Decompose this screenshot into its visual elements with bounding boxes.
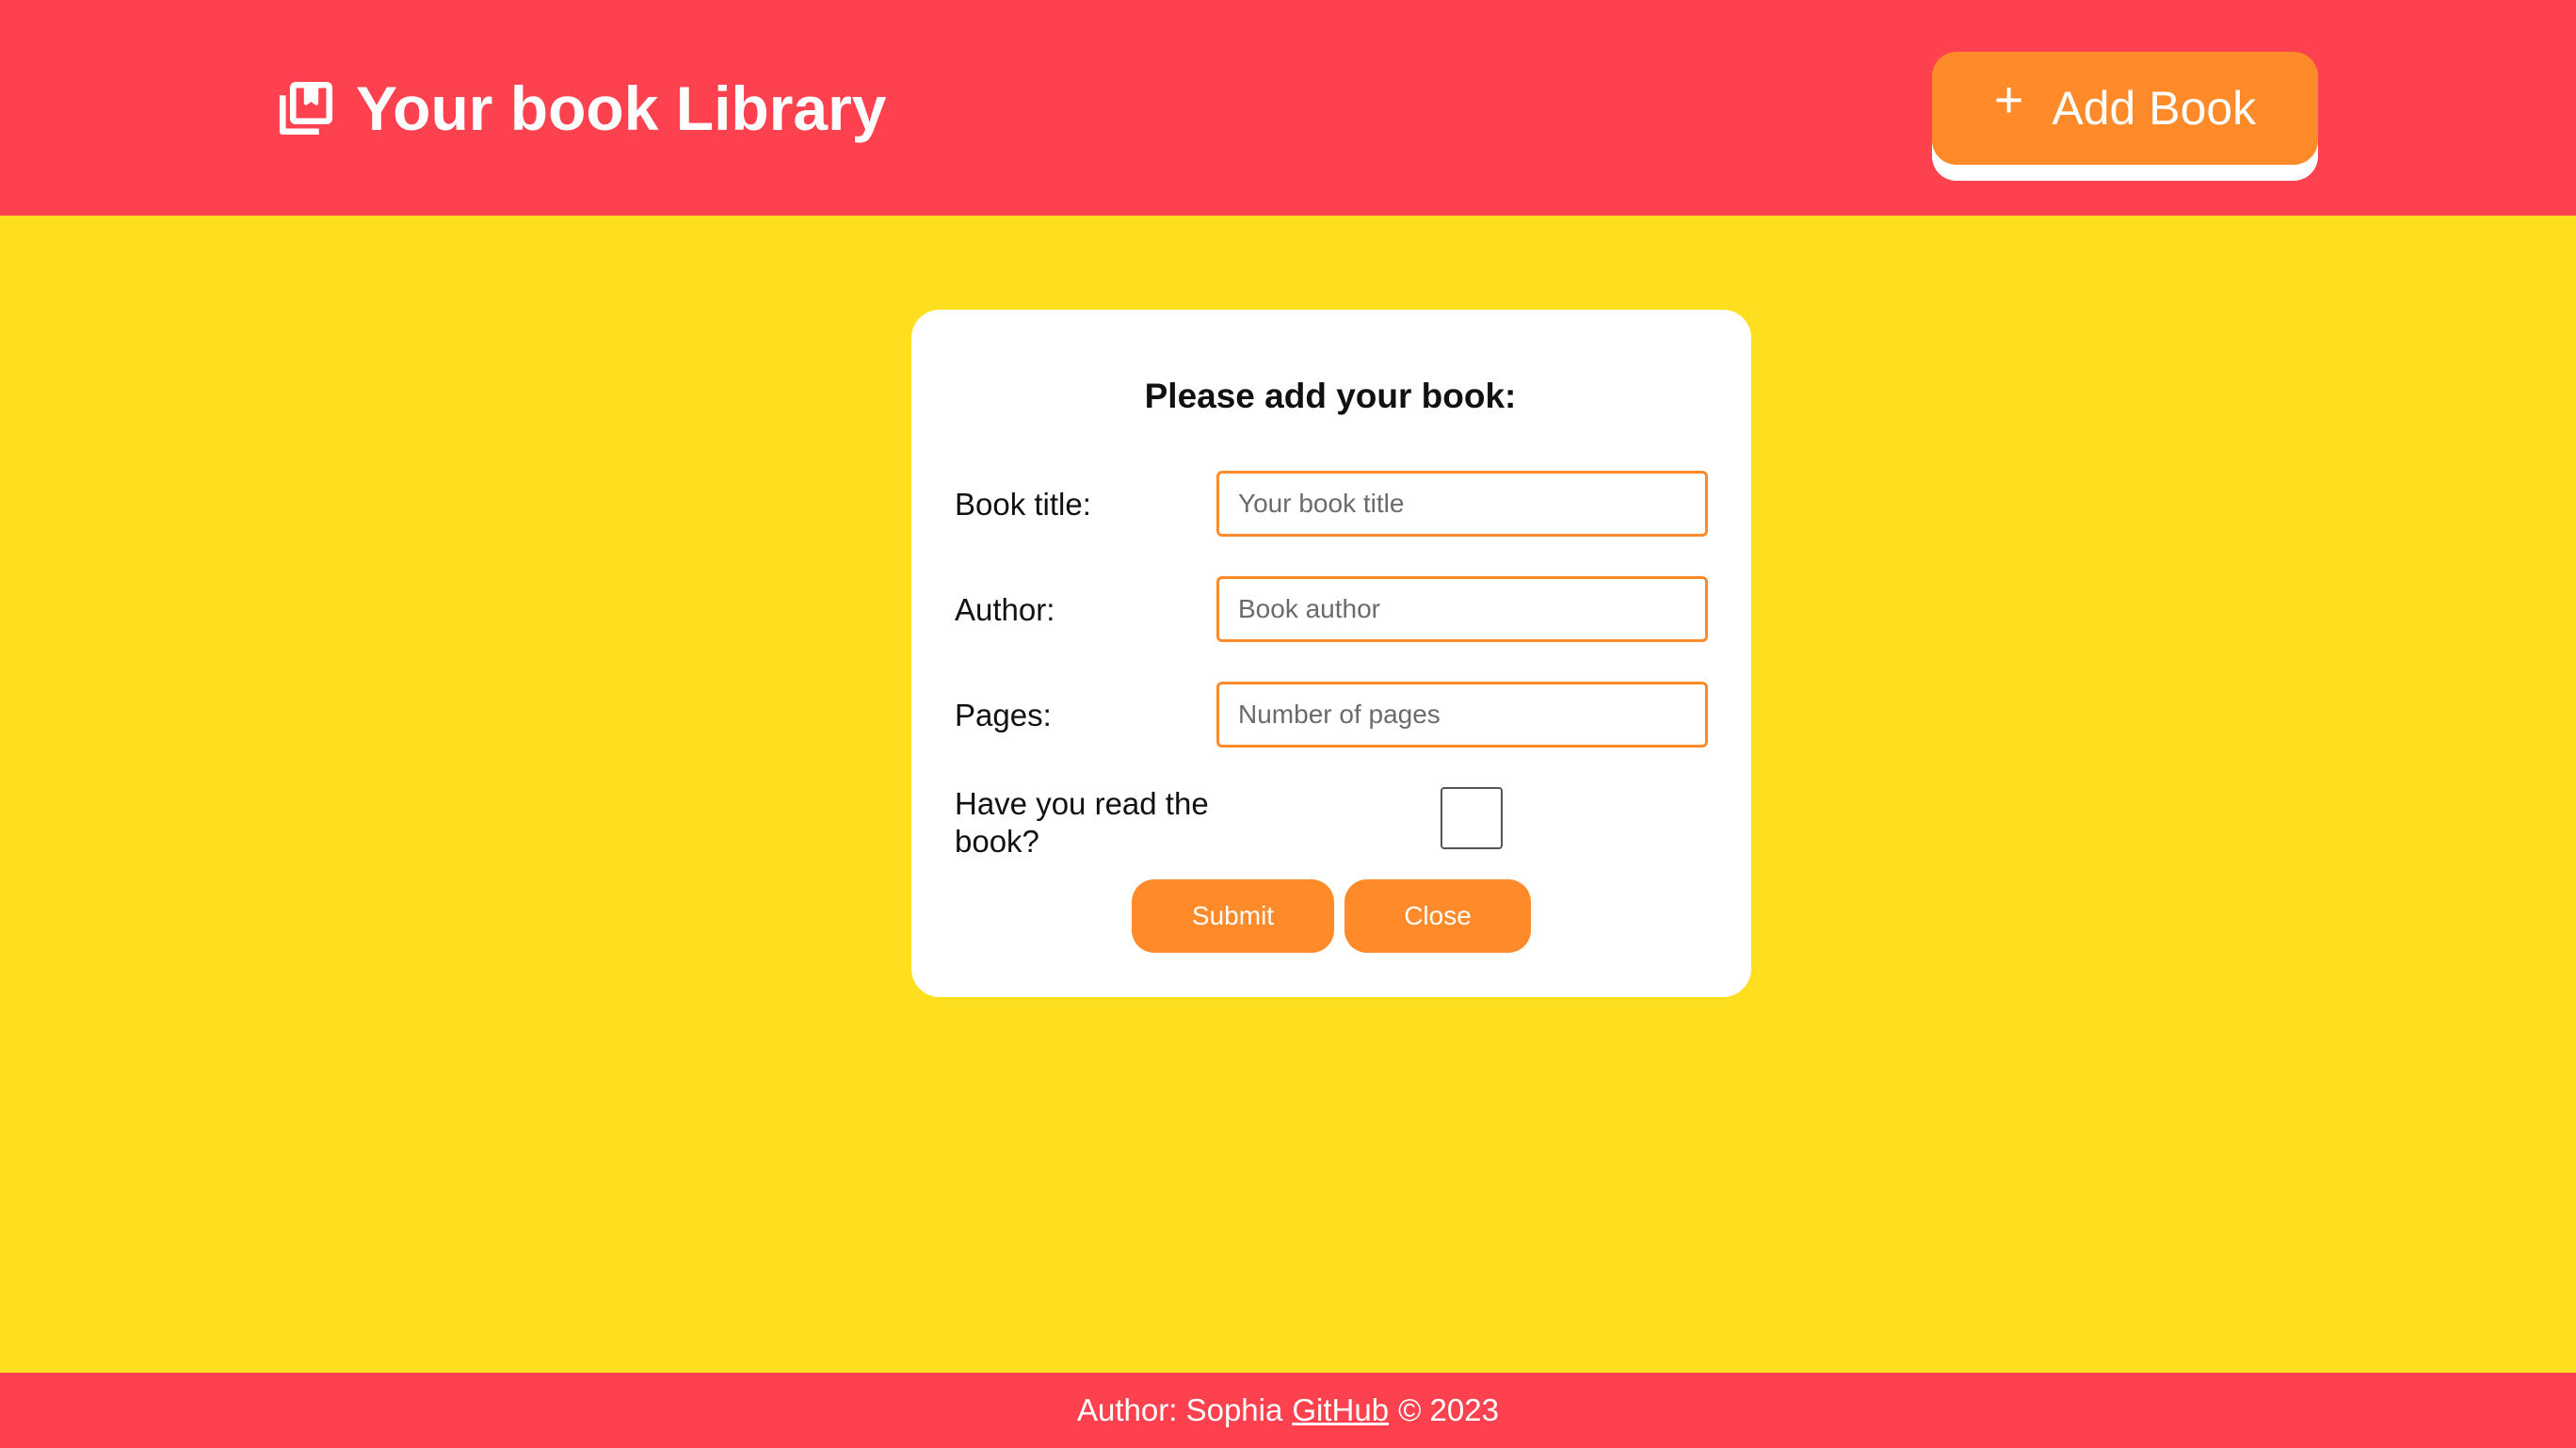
read-label: Have you read the book? (955, 786, 1209, 859)
plus-icon: + (1993, 72, 2024, 128)
add-book-button[interactable]: + Add Book (1932, 52, 2318, 165)
footer-author: Author: Sophia (1077, 1392, 1283, 1427)
footer-copyright: © 2023 (1398, 1392, 1499, 1427)
author-label: Author: (955, 592, 1055, 627)
book-title-label: Book title: (955, 487, 1091, 522)
pages-input[interactable] (1216, 682, 1708, 748)
book-title-input[interactable] (1216, 471, 1708, 537)
library-books-icon (275, 77, 337, 139)
app-header: Your book Library + Add Book (0, 0, 2576, 216)
close-button[interactable]: Close (1344, 879, 1531, 953)
dialog-title: Please add your book: (1144, 377, 1517, 415)
brand: Your book Library (275, 68, 887, 149)
app-footer: Author: Sophia GitHub © 2023 (0, 1373, 2576, 1448)
pages-label: Pages: (955, 698, 1052, 732)
read-checkbox[interactable] (1441, 787, 1503, 849)
author-input[interactable] (1216, 576, 1708, 642)
submit-button[interactable]: Submit (1132, 879, 1334, 953)
github-link[interactable]: GitHub (1292, 1392, 1389, 1428)
add-book-label: Add Book (2052, 82, 2257, 135)
app-title: Your book Library (356, 73, 887, 143)
